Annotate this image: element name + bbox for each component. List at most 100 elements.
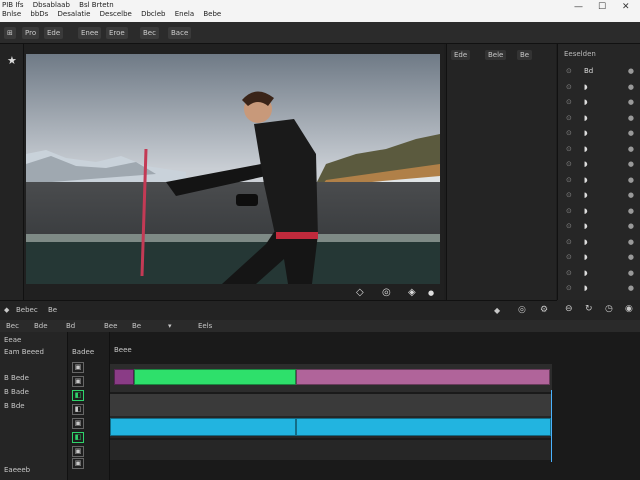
property-value[interactable]: ●: [628, 145, 634, 153]
property-row[interactable]: ⊙ ◗ ●: [562, 283, 638, 295]
timeline-area[interactable]: Beee: [110, 332, 640, 480]
video-track-icon[interactable]: ◧: [72, 390, 84, 401]
toolbar-button[interactable]: Pro: [22, 27, 40, 39]
menu-item[interactable]: Desalatie: [58, 10, 91, 18]
track-label[interactable]: B Bde: [4, 402, 25, 410]
toolbar-button[interactable]: Bec: [140, 27, 159, 39]
menu-item[interactable]: Bnlse: [2, 10, 21, 18]
property-value[interactable]: ●: [628, 191, 634, 199]
toolbar-button[interactable]: Ede: [44, 27, 64, 39]
property-row[interactable]: ⊙ ◗ ●: [562, 97, 638, 109]
track-label[interactable]: B Bede: [4, 374, 29, 382]
property-row[interactable]: ⊙ ◗ ●: [562, 82, 638, 94]
tab-panel[interactable]: Be: [517, 50, 533, 60]
toolbar-button[interactable]: Enee: [78, 27, 102, 39]
toggle-icon[interactable]: ▣: [72, 458, 84, 469]
tl-header-item[interactable]: Be: [132, 322, 141, 330]
property-row[interactable]: ⊙ ◗ ●: [562, 252, 638, 264]
solo-icon[interactable]: ▣: [72, 446, 84, 457]
audio-clip-2[interactable]: [296, 418, 551, 436]
track-label[interactable]: B Bade: [4, 388, 29, 396]
minimize-button[interactable]: —: [574, 2, 583, 12]
property-value[interactable]: ●: [628, 129, 634, 137]
property-row[interactable]: ⊙ ◗ ●: [562, 128, 638, 140]
tl-header-item[interactable]: Bec: [6, 322, 19, 330]
property-value[interactable]: ●: [628, 284, 634, 292]
toggle-icon[interactable]: ▣: [72, 376, 84, 387]
property-value[interactable]: ●: [628, 83, 634, 91]
property-row[interactable]: ⊙ Bd ●: [562, 66, 638, 78]
settings-icon[interactable]: ⚙: [540, 305, 548, 315]
tl-header-item[interactable]: Bee: [104, 322, 117, 330]
reset-icon[interactable]: ⊖: [565, 304, 573, 314]
property-value[interactable]: ●: [628, 176, 634, 184]
tab-panel[interactable]: Bele: [485, 50, 507, 60]
property-value[interactable]: ●: [628, 160, 634, 168]
audio-clip-1[interactable]: [110, 418, 296, 436]
property-value[interactable]: ●: [628, 114, 634, 122]
main-toolbar: ⊞ Pro Ede Enee Eroe Bec Bace: [0, 22, 640, 44]
menu-item[interactable]: Dbsablaab: [33, 1, 70, 9]
property-value[interactable]: ●: [628, 269, 634, 277]
menu-item[interactable]: Bsl Brtetn: [79, 1, 114, 9]
playback-button[interactable]: ◈: [408, 287, 416, 298]
menu-item[interactable]: Dbcleb: [141, 10, 165, 18]
bullet-icon: ⊙: [566, 113, 572, 122]
time-icon[interactable]: ◷: [605, 304, 613, 314]
refresh-icon[interactable]: ↻: [585, 304, 593, 314]
video-clip-magenta[interactable]: [296, 369, 550, 385]
property-row[interactable]: ⊙ ◗ ●: [562, 113, 638, 125]
close-button[interactable]: ✕: [622, 2, 630, 12]
eye-icon[interactable]: ◎: [518, 305, 526, 315]
tl-header-item[interactable]: Bde: [34, 322, 48, 330]
empty-track[interactable]: [110, 440, 552, 460]
video-frame[interactable]: [26, 54, 440, 284]
property-value[interactable]: ●: [628, 238, 634, 246]
bullet-icon: ⊙: [566, 82, 572, 91]
property-row[interactable]: ⊙ ◗ ●: [562, 175, 638, 187]
playback-button[interactable]: ◇: [356, 287, 364, 298]
property-value[interactable]: ●: [628, 98, 634, 106]
clip-thumbnail[interactable]: [114, 369, 134, 385]
toolbar-button[interactable]: Bace: [168, 27, 192, 39]
property-row[interactable]: ⊙ ◗ ●: [562, 268, 638, 280]
property-value[interactable]: ●: [628, 207, 634, 215]
menu-item[interactable]: Descelbe: [100, 10, 132, 18]
property-value[interactable]: ●: [628, 253, 634, 261]
toolbar-button[interactable]: Eroe: [106, 27, 128, 39]
shield-icon[interactable]: ◉: [625, 304, 633, 314]
audio-track-icon[interactable]: ◧: [72, 404, 84, 415]
empty-track[interactable]: [110, 394, 552, 416]
menu-item[interactable]: Enela: [175, 10, 194, 18]
lock-icon[interactable]: ▣: [72, 362, 84, 373]
property-row[interactable]: ⊙ ◗ ●: [562, 144, 638, 156]
playback-button[interactable]: ●: [428, 289, 434, 297]
marker-icon[interactable]: ◆: [494, 306, 500, 315]
menu-item[interactable]: PIB Ifs: [2, 1, 24, 9]
property-row[interactable]: ⊙ ◗ ●: [562, 190, 638, 202]
video-clip-green[interactable]: [134, 369, 296, 385]
property-row[interactable]: ⊙ ◗ ●: [562, 206, 638, 218]
maximize-button[interactable]: ☐: [598, 2, 606, 12]
property-row[interactable]: ⊙ ◗ ●: [562, 221, 638, 233]
section-tab[interactable]: Be: [48, 306, 57, 314]
dropdown-icon[interactable]: ▾: [168, 322, 172, 330]
menu-item[interactable]: Bebe: [203, 10, 221, 18]
star-icon[interactable]: ★: [7, 54, 17, 67]
bullet-icon: ⊙: [566, 191, 572, 199]
playhead[interactable]: [551, 390, 552, 462]
property-row[interactable]: ⊙ ◗ ●: [562, 237, 638, 249]
playback-button[interactable]: ◎: [382, 287, 391, 298]
tl-header-item[interactable]: Bd: [66, 322, 75, 330]
toolbar-icon-button[interactable]: ⊞: [4, 27, 16, 39]
property-row[interactable]: ⊙ ◗ ●: [562, 159, 638, 171]
tab-panel[interactable]: Ede: [451, 50, 471, 60]
track-footer: Eaeeeb: [4, 466, 31, 474]
mute-icon[interactable]: ◧: [72, 432, 84, 443]
property-value[interactable]: ●: [628, 222, 634, 230]
property-value[interactable]: ●: [628, 67, 634, 75]
toggle-icon[interactable]: ▣: [72, 418, 84, 429]
property-label: ◗: [584, 268, 588, 277]
zoom-label[interactable]: Eels: [198, 322, 212, 330]
menu-item[interactable]: bbDs: [30, 10, 48, 18]
